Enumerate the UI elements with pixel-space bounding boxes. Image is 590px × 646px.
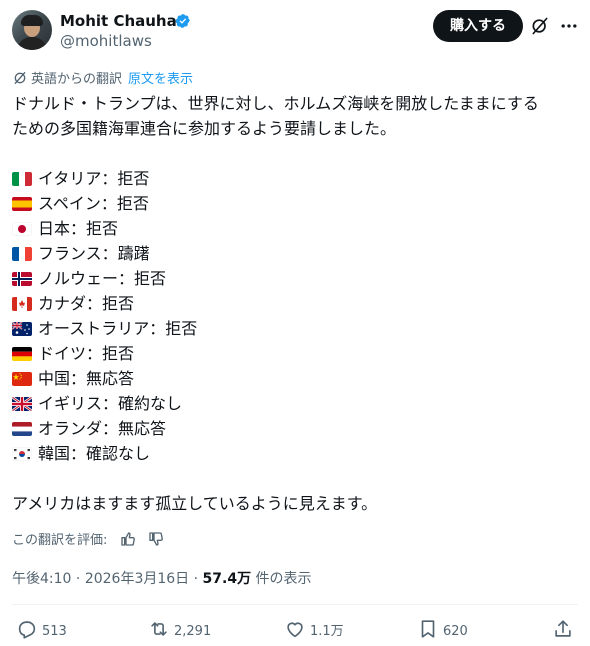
country-item: フランス：躊躇 [12,241,582,266]
country-status: フランス：躊躇 [38,244,150,263]
netherlands-flag-icon [12,422,32,436]
country-status: イタリア：拒否 [38,169,150,188]
germany-flag-icon [12,347,32,361]
author-handle[interactable]: @mohitlaws [60,32,152,50]
country-status: オーストラリア：拒否 [38,319,198,338]
reply-button[interactable]: 513 [16,618,67,643]
views-label: 件の表示 [255,571,312,587]
tweet-body: ドナルド・トランプは、世界に対し、ホルムズ海峡を開放したままにする ための多国籍… [12,91,582,516]
country-status: カナダ：拒否 [38,294,135,313]
repost-icon [151,622,167,636]
country-item: オランダ：無応答 [12,416,582,441]
korea-flag-icon [12,447,32,461]
repost-count: 2,291 [174,624,212,639]
country-item: 韓国：確認なし [12,441,582,466]
china-flag-icon [12,372,32,386]
spain-flag-icon [12,197,32,211]
heart-icon [287,622,303,638]
bookmark-icon [421,620,435,638]
closing-line: アメリカはますます孤立しているように見えます。 [12,494,378,513]
rate-translation: この翻訳を評価: [12,529,164,548]
bookmark-button[interactable]: 620 [417,618,468,643]
country-status: 韓国：確認なし [38,444,151,463]
country-item: イタリア：拒否 [12,166,582,191]
verified-badge-icon [175,14,190,28]
translation-notice: 英語からの翻訳 原文を表示 [12,68,193,87]
uk-flag-icon [12,397,32,411]
country-item: カナダ：拒否 [12,291,582,316]
divider [12,604,578,605]
reply-count: 513 [42,624,67,639]
japan-flag-icon [12,222,32,236]
translation-label: 英語からの翻訳 [31,72,123,87]
bookmark-count: 620 [443,624,468,639]
italy-flag-icon [12,172,32,186]
country-item: スペイン：拒否 [12,191,582,216]
tweet-date[interactable]: 2026年3月16日 [85,571,189,587]
country-item: オーストラリア：拒否 [12,316,582,341]
canada-flag-icon [12,297,32,311]
author-name[interactable]: Mohit Chauhan [60,12,187,30]
thumbs-down-icon[interactable] [148,531,164,547]
buy-button[interactable]: 購入する [433,10,523,42]
show-original-link[interactable]: 原文を表示 [128,72,193,87]
country-status: ノルウェー：拒否 [38,269,167,288]
share-icon [555,620,571,637]
share-button[interactable] [552,618,578,643]
france-flag-icon [12,247,32,261]
views-count: 57.4万 [202,571,252,587]
like-button[interactable]: 1.1万 [284,618,344,643]
country-item: イギリス：確約なし [12,391,582,416]
country-status: スペイン：拒否 [38,194,149,213]
tweet-header: Mohit Chauhan @mohitlaws 購入する [12,8,578,56]
country-item: 日本：拒否 [12,216,582,241]
tweet-time[interactable]: 午後4:10 [12,571,71,587]
like-count: 1.1万 [310,624,344,639]
country-status: 中国：無応答 [38,369,135,388]
norway-flag-icon [12,272,32,286]
country-status: イギリス：確約なし [38,394,183,413]
country-status: 日本：拒否 [38,219,119,238]
country-item: 中国：無応答 [12,366,582,391]
repost-button[interactable]: 2,291 [148,618,211,643]
intro-line: ドナルド・トランプは、世界に対し、ホルムズ海峡を開放したままにする [12,94,539,113]
country-item: ノルウェー：拒否 [12,266,582,291]
tweet-meta: 午後4:10 · 2026年3月16日 · 57.4万 件の表示 [12,571,312,587]
rate-translation-label: この翻訳を評価: [12,533,108,548]
more-options-icon[interactable] [559,16,579,36]
australia-flag-icon [12,322,32,336]
country-status: オランダ：無応答 [38,419,167,438]
country-item: ドイツ：拒否 [12,341,582,366]
country-status: ドイツ：拒否 [38,344,135,363]
reply-icon [18,621,36,639]
action-bar: 513 2,291 1.1万 620 [12,618,578,642]
thumbs-up-icon[interactable] [120,531,136,547]
translate-icon [14,72,26,84]
intro-line: ための多国籍海軍連合に参加するよう要請しました。 [12,119,397,138]
grok-icon[interactable] [530,16,550,36]
avatar[interactable] [12,10,52,50]
